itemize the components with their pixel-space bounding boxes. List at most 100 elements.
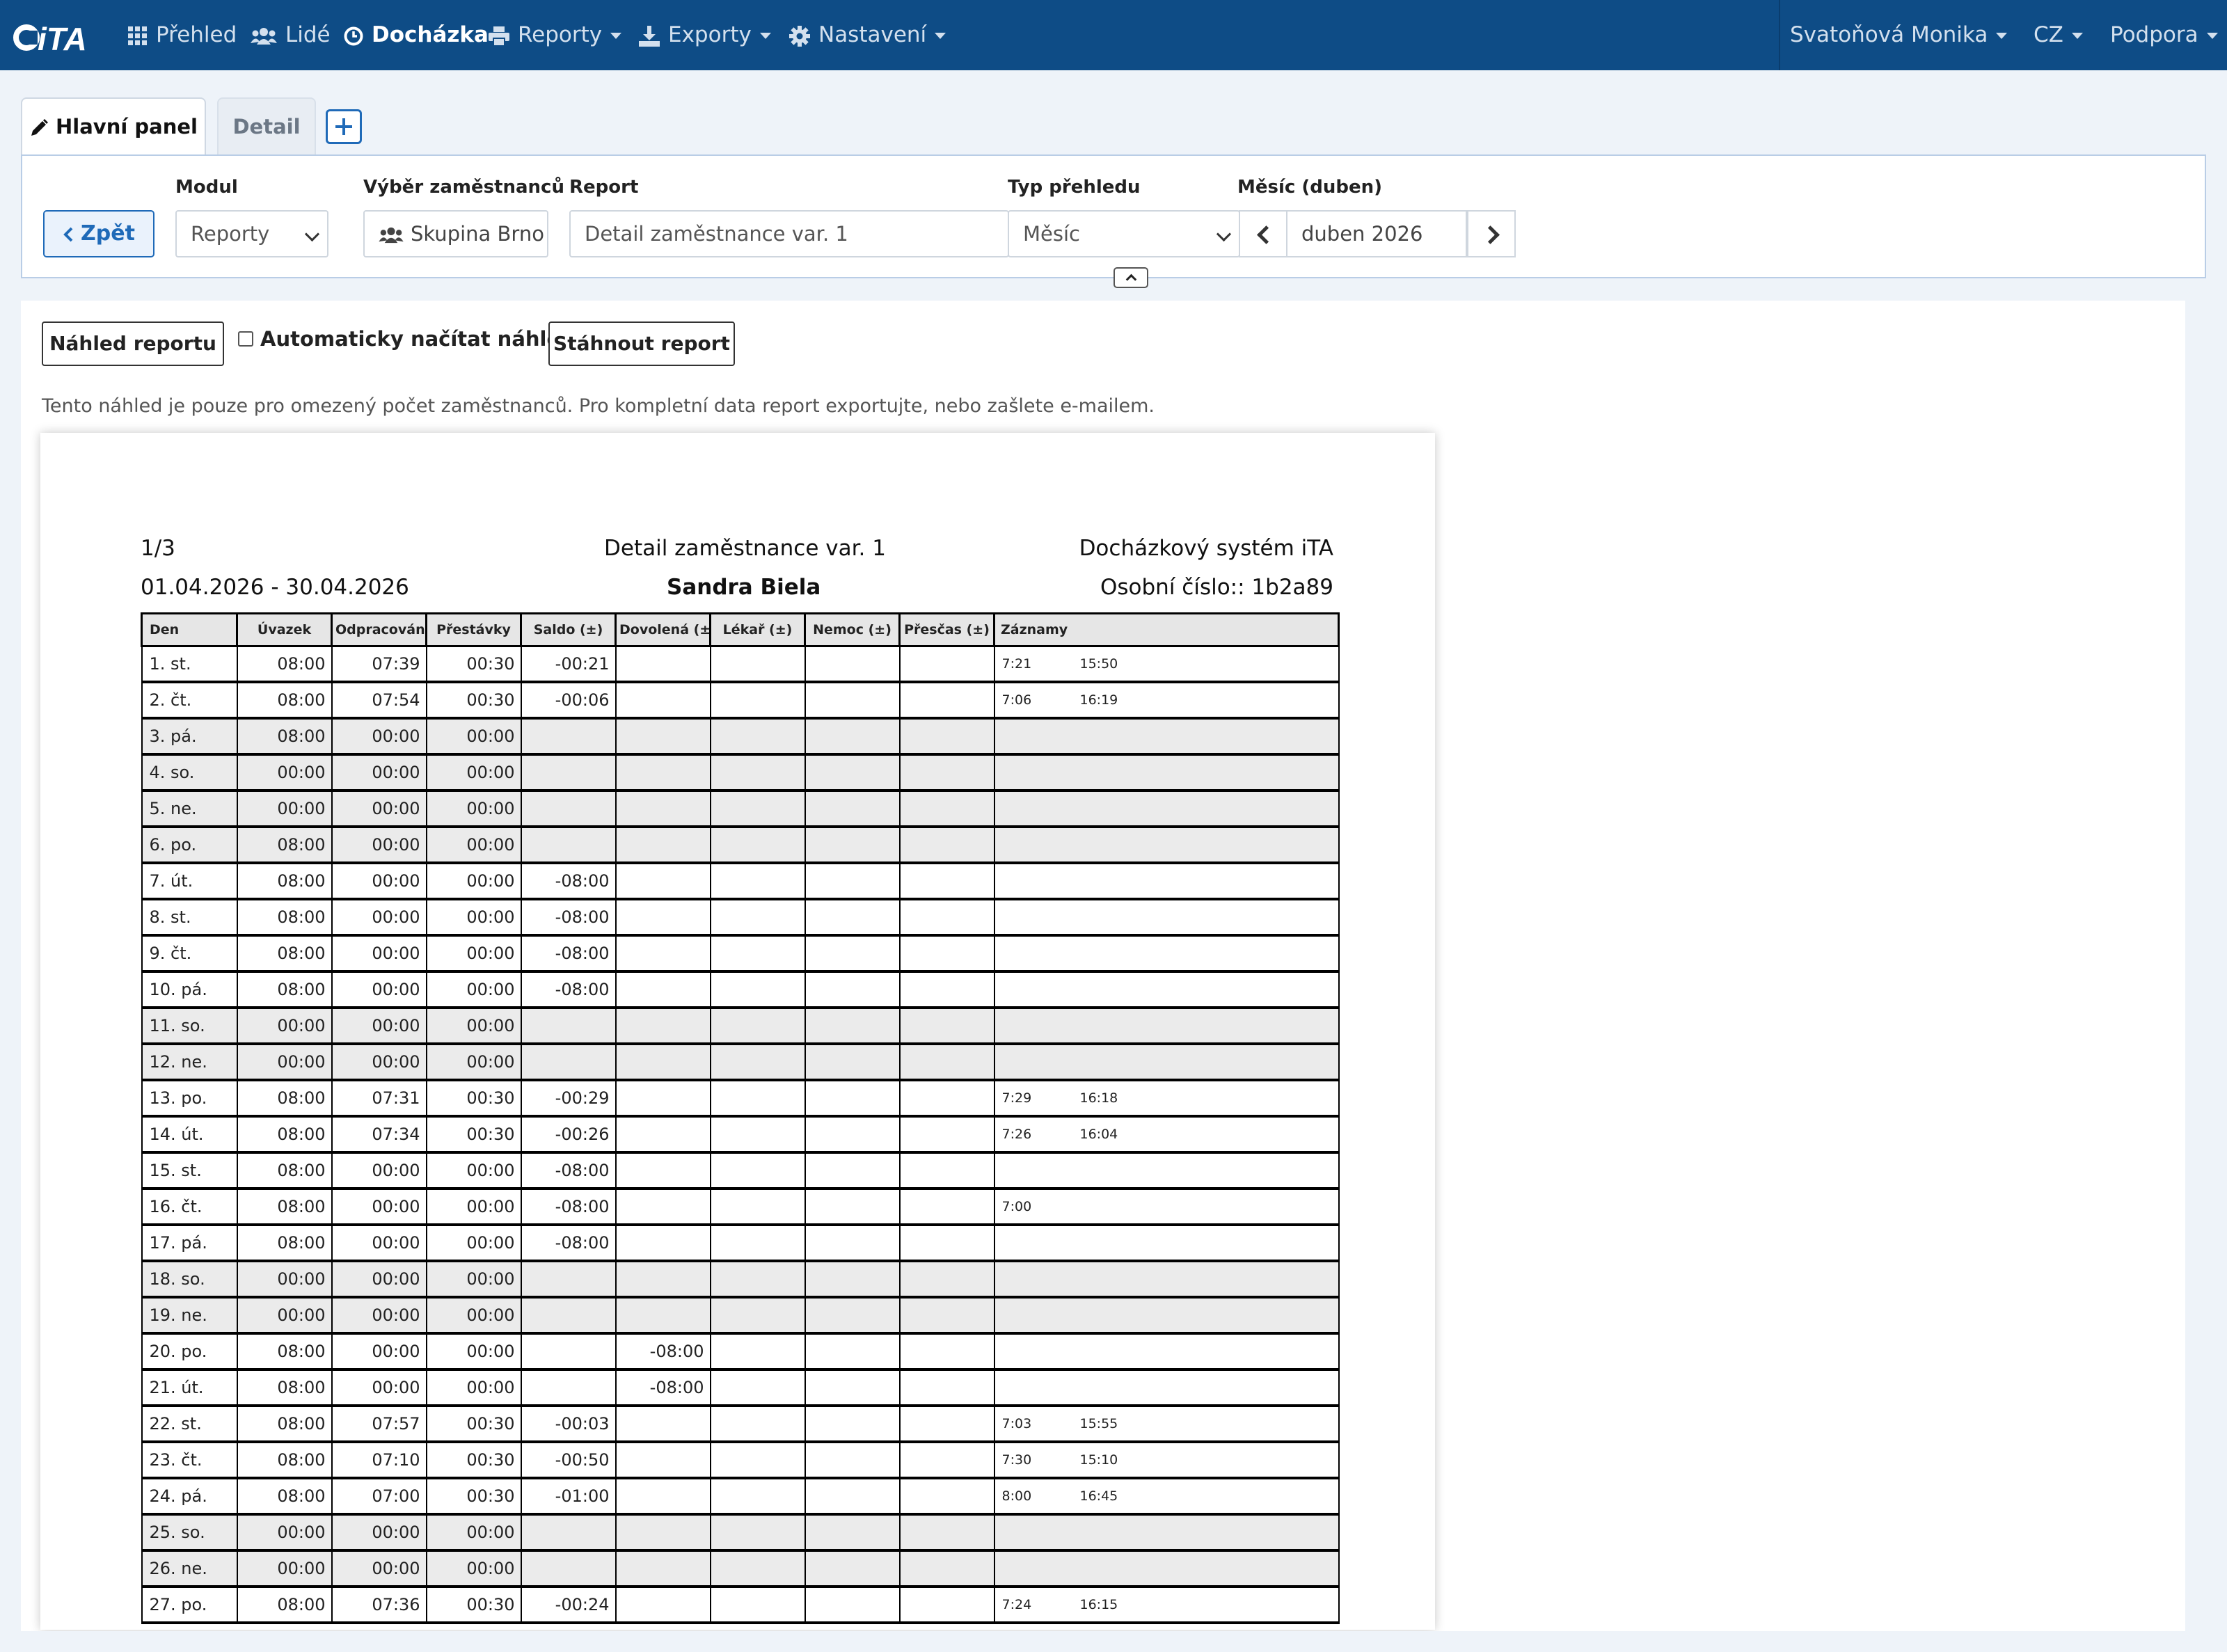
back-button[interactable]: Zpět [43, 210, 154, 257]
record-out: 15:55 [1079, 1416, 1118, 1431]
cell-saldo: -08:00 [520, 971, 617, 1009]
cell-uvazek: 00:00 [236, 754, 333, 792]
support-label: Podpora [2110, 22, 2198, 47]
nav-prehled-label: Přehled [156, 22, 237, 47]
table-header-row: Den Úvazek Odpracováno Přestávky Saldo (… [141, 612, 1340, 647]
month-label: Měsíc (duben) [1237, 177, 1382, 198]
cell-uvazek: 08:00 [236, 899, 333, 937]
export-icon [639, 25, 660, 47]
cell-nemoc [804, 718, 901, 756]
record-out: 15:50 [1079, 656, 1118, 672]
cell-day: 14. út. [141, 1116, 238, 1154]
print-icon [489, 26, 509, 46]
cell-day: 25. so. [141, 1514, 238, 1552]
column-header: Úvazek [236, 612, 333, 647]
cell-saldo [520, 718, 617, 756]
cell-prescas [898, 718, 995, 756]
tab-hlavni-panel[interactable]: Hlavní panel [21, 97, 206, 156]
month-input[interactable]: duben 2026 [1286, 210, 1467, 257]
support-menu[interactable]: Podpora [2110, 0, 2218, 70]
cell-day: 21. út. [141, 1369, 238, 1407]
record-out: 16:04 [1079, 1127, 1118, 1142]
employees-select[interactable]: Skupina Brno [363, 210, 548, 257]
cell-saldo [520, 1369, 617, 1407]
cell-saldo: -00:03 [520, 1406, 617, 1443]
column-header: Dovolená (±) [615, 612, 711, 647]
cell-prestavky: 00:30 [425, 646, 522, 683]
attendance-table: Den Úvazek Odpracováno Přestávky Saldo (… [141, 612, 1340, 1624]
cell-prescas [898, 1225, 995, 1262]
add-tab-button[interactable] [326, 109, 362, 144]
table-row: 19. ne. 00:00 00:00 00:00 [141, 1297, 1340, 1335]
cell-prescas [898, 971, 995, 1009]
cell-odpracovano: 00:00 [331, 899, 427, 937]
record-in: 8:00 [1001, 1488, 1032, 1504]
cell-nemoc [804, 827, 901, 864]
nav-exporty[interactable]: Exporty [639, 0, 771, 70]
cell-odpracovano: 00:00 [331, 718, 427, 756]
cell-day: 17. pá. [141, 1225, 238, 1262]
cell-day: 12. ne. [141, 1044, 238, 1081]
cell-odpracovano: 07:31 [331, 1080, 427, 1118]
chevron-left-icon [1257, 225, 1276, 244]
cell-zaznamy [993, 935, 1340, 973]
cell-saldo [520, 1261, 617, 1298]
auto-load-label: Automaticky načítat náhled [260, 327, 575, 351]
type-select[interactable]: Měsíc [1008, 210, 1240, 257]
cell-nemoc [804, 1189, 901, 1226]
cell-saldo: -08:00 [520, 863, 617, 900]
cell-dovolena [615, 791, 711, 828]
auto-load-checkbox[interactable] [238, 331, 253, 347]
cell-zaznamy: 7:00 [993, 1189, 1340, 1226]
nav-lide-label: Lidé [285, 22, 331, 47]
cell-uvazek: 08:00 [236, 1080, 333, 1118]
nav-lide[interactable]: Lidé [251, 0, 331, 70]
cell-saldo [520, 791, 617, 828]
cell-prescas [898, 935, 995, 973]
month-next-button[interactable] [1467, 210, 1516, 257]
cell-zaznamy [993, 1044, 1340, 1081]
cell-lekar [709, 935, 806, 973]
cell-dovolena [615, 827, 711, 864]
users-icon [251, 27, 277, 45]
cell-saldo [520, 1297, 617, 1335]
download-report-button[interactable]: Stáhnout report [548, 321, 735, 366]
cell-prestavky: 00:30 [425, 1406, 522, 1443]
cell-saldo [520, 1550, 617, 1588]
language-menu[interactable]: CZ [2004, 0, 2083, 70]
report-select[interactable]: Detail zaměstnance var. 1 [569, 210, 1009, 257]
cell-dovolena [615, 754, 711, 792]
nav-reporty[interactable]: Reporty [489, 0, 622, 70]
cell-prescas [898, 682, 995, 720]
table-row: 11. so. 00:00 00:00 00:00 [141, 1008, 1340, 1045]
cell-zaznamy [993, 899, 1340, 937]
attendance-table-body: 1. st. 08:00 07:39 00:30 -00:21 7:21 15:50 2. č… [141, 646, 1340, 1624]
nav-dochazka[interactable]: Docházka [344, 0, 489, 70]
module-select[interactable]: Reporty [175, 210, 328, 257]
record-out: 15:10 [1079, 1452, 1118, 1468]
preview-report-button[interactable]: Náhled reportu [42, 321, 224, 366]
cell-lekar [709, 754, 806, 792]
ita-logo[interactable]: iTA [13, 19, 106, 56]
nav-nastaveni[interactable]: Nastavení [789, 0, 946, 70]
column-header: Den [141, 612, 238, 647]
report-value: Detail zaměstnance var. 1 [585, 222, 848, 246]
table-row: 20. po. 08:00 00:00 00:00 -08:00 [141, 1333, 1340, 1371]
tab-detail-label: Detail [232, 115, 301, 138]
table-row: 6. po. 08:00 00:00 00:00 [141, 827, 1340, 864]
cell-uvazek: 08:00 [236, 863, 333, 900]
cell-lekar [709, 1225, 806, 1262]
cell-dovolena [615, 1116, 711, 1154]
employees-label: Výběr zaměstnanců [363, 177, 564, 198]
nav-prehled[interactable]: Přehled [128, 0, 237, 70]
tab-hlavni-panel-label: Hlavní panel [56, 115, 198, 138]
cell-dovolena [615, 682, 711, 720]
user-menu[interactable]: Svatoňová Monika [1790, 0, 2008, 70]
preview-report-label: Náhled reportu [49, 332, 216, 355]
month-prev-button[interactable] [1239, 210, 1287, 257]
cell-dovolena: -08:00 [615, 1369, 711, 1407]
collapse-panel-button[interactable] [1114, 267, 1148, 288]
cell-uvazek: 08:00 [236, 646, 333, 683]
tab-detail[interactable]: Detail [217, 97, 316, 154]
cell-zaznamy: 7:29 16:18 [993, 1080, 1340, 1118]
